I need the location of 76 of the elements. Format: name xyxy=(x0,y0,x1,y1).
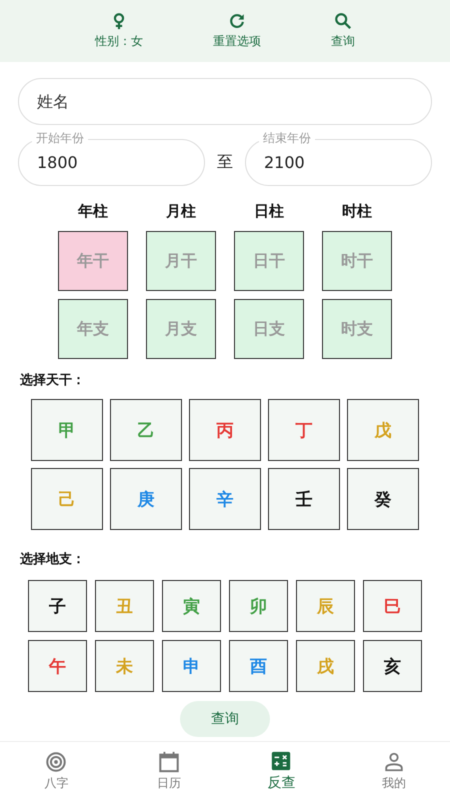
nav-tab[interactable]: 八字 xyxy=(21,748,92,794)
pillar-slot[interactable]: 日支 xyxy=(234,299,304,359)
pillar-slot[interactable]: 月支 xyxy=(146,299,216,359)
branch-option[interactable]: 戌 xyxy=(296,640,355,692)
pillar-header: 年柱 xyxy=(78,202,108,221)
branch-option[interactable]: 丑 xyxy=(95,580,154,632)
query-button[interactable]: 查询 xyxy=(180,701,270,737)
stem-option[interactable]: 甲 xyxy=(31,399,103,461)
pillar-slot[interactable]: 年支 xyxy=(58,299,128,359)
stem-character: 戊 xyxy=(374,420,392,442)
branch-option[interactable]: 酉 xyxy=(229,640,288,692)
branch-option[interactable]: 辰 xyxy=(296,580,355,632)
branch-option[interactable]: 未 xyxy=(95,640,154,692)
refresh-icon xyxy=(228,12,246,30)
stem-character: 丙 xyxy=(216,420,234,442)
stem-option[interactable]: 丙 xyxy=(189,399,261,461)
stem-option[interactable]: 己 xyxy=(31,468,103,530)
stem-option[interactable]: 壬 xyxy=(268,468,340,530)
search-icon xyxy=(334,12,352,30)
stem-character: 丁 xyxy=(296,420,312,442)
spiral-icon xyxy=(45,750,68,772)
field-label: 结束年份 xyxy=(259,130,315,147)
pillar-slot[interactable]: 时干 xyxy=(322,231,392,291)
stem-character: 甲 xyxy=(58,420,76,442)
toolbar-button[interactable]: 性别：女 xyxy=(91,10,147,52)
pillar-header: 日柱 xyxy=(254,202,284,221)
stem-option[interactable]: 庚 xyxy=(110,468,182,530)
nav-tab[interactable]: 反查 xyxy=(246,748,316,794)
nav-tab[interactable]: 日历 xyxy=(134,748,204,794)
nav-tab[interactable]: 我的 xyxy=(358,748,429,794)
stem-option[interactable]: 丁 xyxy=(268,399,340,461)
stem-character: 辛 xyxy=(216,488,234,510)
stem-character: 庚 xyxy=(138,488,154,510)
branch-character: 寅 xyxy=(183,596,200,618)
person-icon xyxy=(382,750,405,772)
pillar-header: 时柱 xyxy=(342,202,372,221)
calculator-icon xyxy=(270,750,292,772)
name-field[interactable]: 姓名 xyxy=(18,78,432,125)
branch-option[interactable]: 子 xyxy=(28,580,87,632)
range-separator: 至 xyxy=(216,152,234,173)
branch-character: 申 xyxy=(183,656,200,678)
branch-character: 子 xyxy=(49,596,66,618)
branch-option[interactable]: 巳 xyxy=(363,580,422,632)
stem-option[interactable]: 戊 xyxy=(347,399,419,461)
branch-character: 午 xyxy=(49,656,66,678)
branch-option[interactable]: 卯 xyxy=(229,580,288,632)
pillar-slot[interactable]: 年干 xyxy=(58,231,128,291)
calendar-icon xyxy=(158,750,180,772)
stem-character: 壬 xyxy=(296,488,312,510)
branch-character: 戌 xyxy=(317,656,334,678)
branch-character: 巳 xyxy=(384,596,401,618)
branch-character: 辰 xyxy=(317,596,334,618)
section-title: 选择天干： xyxy=(20,372,86,389)
stem-option[interactable]: 辛 xyxy=(189,468,261,530)
branch-option[interactable]: 亥 xyxy=(363,640,422,692)
pillar-slot[interactable]: 月干 xyxy=(146,231,216,291)
branch-character: 酉 xyxy=(250,656,267,678)
stem-character: 己 xyxy=(58,488,76,510)
toolbar-button[interactable]: 查询 xyxy=(327,10,359,52)
stem-option[interactable]: 乙 xyxy=(110,399,182,461)
pillar-slot[interactable]: 日干 xyxy=(234,231,304,291)
pillar-header: 月柱 xyxy=(166,202,196,221)
section-title: 选择地支： xyxy=(20,551,86,568)
branch-option[interactable]: 午 xyxy=(28,640,87,692)
pillar-slot[interactable]: 时支 xyxy=(322,299,392,359)
field-label: 开始年份 xyxy=(32,130,88,147)
branch-character: 未 xyxy=(116,656,133,678)
branch-option[interactable]: 寅 xyxy=(162,580,221,632)
branch-option[interactable]: 申 xyxy=(162,640,221,692)
branch-character: 丑 xyxy=(116,596,133,618)
stem-character: 乙 xyxy=(138,420,154,442)
branch-character: 亥 xyxy=(384,656,401,678)
toolbar-button[interactable]: 重置选项 xyxy=(209,10,265,52)
stem-option[interactable]: 癸 xyxy=(347,468,419,530)
stem-character: 癸 xyxy=(374,488,392,510)
branch-character: 卯 xyxy=(250,596,267,618)
